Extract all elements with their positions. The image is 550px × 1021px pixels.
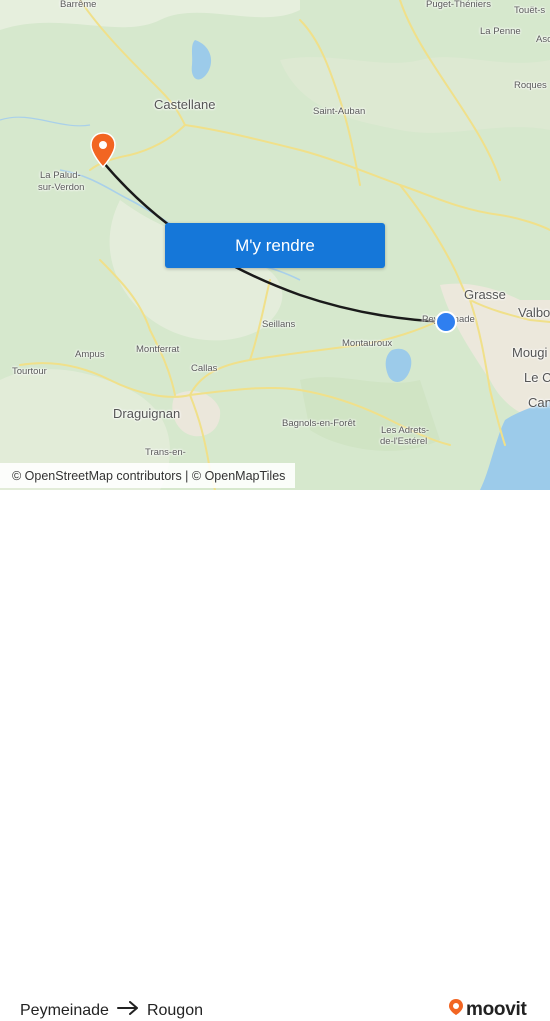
place-label: Draguignan xyxy=(113,406,181,421)
place-label: La Palud- xyxy=(40,170,81,181)
place-label: Montauroux xyxy=(342,338,393,349)
place-label: Roques xyxy=(514,80,547,91)
place-label: Callas xyxy=(191,363,218,374)
origin-name: Peymeinade xyxy=(20,1001,109,1019)
place-label: La Penne xyxy=(480,26,521,37)
place-label: Trans-en- xyxy=(145,447,186,458)
place-label: Barrême xyxy=(60,0,97,10)
place-label: Les Adrets- xyxy=(381,425,430,436)
place-label: Puget-Théniers xyxy=(426,0,491,10)
place-label: Asc xyxy=(536,34,550,45)
place-label: Bagnols-en-Forêt xyxy=(282,418,356,429)
map-attribution[interactable]: © OpenStreetMap contributors | © OpenMap… xyxy=(0,463,296,488)
place-label: Mougi xyxy=(512,345,548,360)
route-footer: Peymeinade Rougon moovit xyxy=(0,490,550,1020)
place-label: Tourtour xyxy=(12,366,47,377)
place-label: Seillans xyxy=(262,319,296,330)
origin-location-icon[interactable] xyxy=(435,311,457,333)
place-label: sur-Verdon xyxy=(38,182,85,193)
place-label: Castellane xyxy=(154,97,216,112)
place-label: Ampus xyxy=(75,349,105,360)
place-label: de-l'Estérel xyxy=(380,436,428,447)
directions-button[interactable]: M'y rendre xyxy=(165,223,385,268)
brand-name: moovit xyxy=(466,998,527,1020)
place-label: Grasse xyxy=(464,287,506,302)
destination-name: Rougon xyxy=(146,1001,203,1019)
destination-pin-icon[interactable] xyxy=(89,132,117,168)
arrow-right-icon xyxy=(116,1001,139,1020)
place-label: Valbo xyxy=(518,305,550,320)
place-label: Touët-s xyxy=(514,5,546,16)
place-label: Montferrat xyxy=(136,344,180,355)
moovit-pin-icon xyxy=(448,998,464,1021)
route-summary: Peymeinade Rougon xyxy=(20,1001,203,1020)
moovit-logo[interactable]: moovit xyxy=(448,998,527,1021)
place-label: Can xyxy=(528,395,550,410)
place-label: Le C xyxy=(524,370,550,385)
place-label: Saint-Auban xyxy=(313,106,366,117)
map-view[interactable]: Barrême Puget-Théniers Touët-s La Penne … xyxy=(0,0,550,490)
